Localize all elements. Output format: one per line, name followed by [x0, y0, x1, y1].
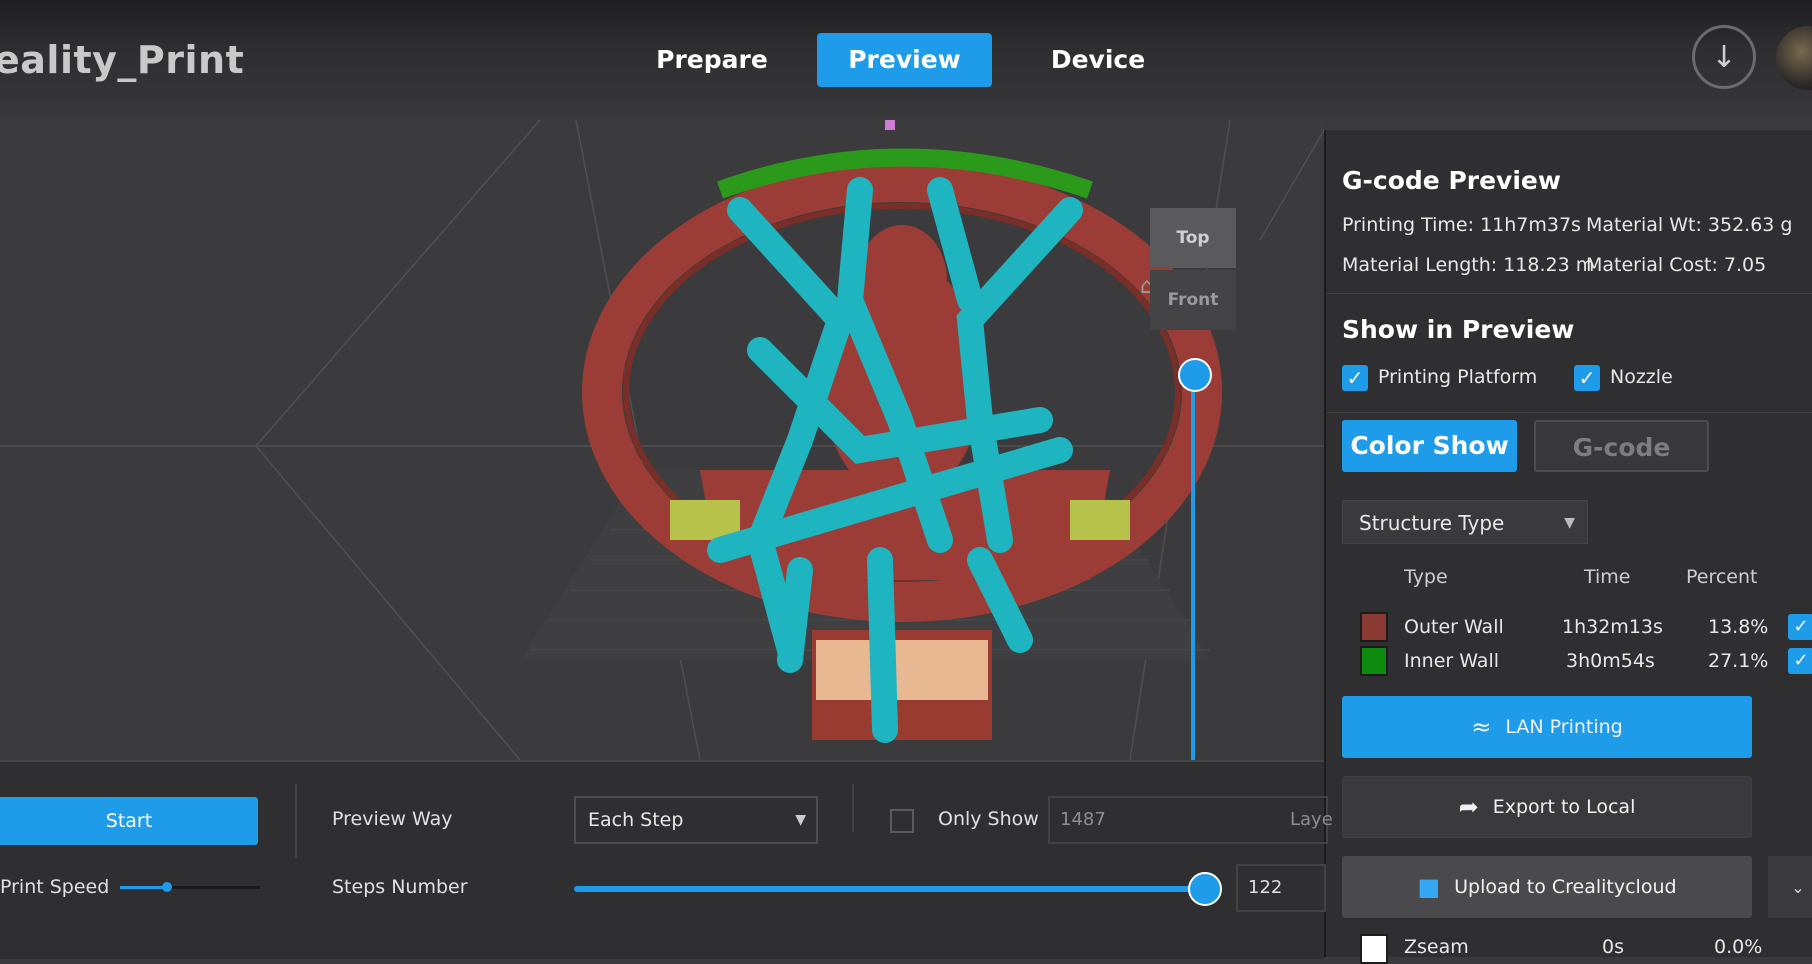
only-show-value: 1487	[1060, 809, 1106, 830]
steps-number-input[interactable]: 122	[1236, 864, 1326, 912]
show-in-preview-title: Show in Preview	[1342, 315, 1575, 344]
material-cost: Material Cost: 7.05	[1586, 254, 1767, 276]
layer-slider-track[interactable]	[1191, 372, 1195, 760]
export-local-button[interactable]: ➦ Export to Local	[1342, 776, 1752, 838]
divider	[852, 784, 854, 832]
col-percent: Percent	[1686, 566, 1758, 588]
preview-viewport[interactable]: ⌂ Top Front	[0, 120, 1324, 760]
preview-way-select[interactable]: Each Step ▼	[574, 796, 818, 844]
divider	[1326, 412, 1812, 413]
bottom-toolbar: Start Print Speed Preview Way Each Step …	[0, 760, 1333, 959]
upload-cloud-label: Upload to Crealitycloud	[1454, 876, 1677, 898]
view-top-button[interactable]: Top	[1150, 208, 1236, 268]
row-time: 3h0m54s	[1566, 650, 1655, 672]
row-time: 0s	[1602, 936, 1624, 958]
row-type: Outer Wall	[1404, 616, 1504, 638]
steps-number-label: Steps Number	[332, 876, 468, 898]
preview-way-value: Each Step	[588, 809, 684, 831]
structure-type-select[interactable]: Structure Type ▼	[1342, 500, 1588, 544]
model-render	[0, 120, 1324, 760]
panel-title: G-code Preview	[1342, 166, 1561, 195]
row-time: 1h32m13s	[1562, 616, 1663, 638]
material-length: Material Length: 118.23 m	[1342, 254, 1595, 276]
divider	[295, 784, 297, 858]
print-speed-slider-fill	[120, 886, 168, 889]
app-title: eality_Print	[0, 38, 245, 82]
lan-printing-button[interactable]: ≈ LAN Printing	[1342, 696, 1752, 758]
only-show-input[interactable]: 1487 Laye	[1048, 796, 1333, 844]
chevron-down-icon: ⌄	[1791, 877, 1805, 897]
cloud-cube-icon: ■	[1417, 873, 1441, 901]
row-percent: 13.8%	[1708, 616, 1769, 638]
start-button[interactable]: Start	[0, 797, 258, 845]
col-type: Type	[1404, 566, 1448, 588]
chevron-down-icon: ▼	[1564, 515, 1575, 531]
download-button[interactable]: ↓	[1692, 25, 1756, 89]
tab-preview[interactable]: Preview	[817, 33, 992, 87]
steps-slider-track[interactable]	[574, 886, 1204, 892]
lan-printing-label: LAN Printing	[1505, 716, 1623, 738]
print-speed-label: Print Speed	[0, 876, 110, 898]
color-show-button[interactable]: Color Show	[1342, 420, 1517, 472]
row-percent: 0.0%	[1714, 936, 1763, 958]
top-bar: eality_Print Prepare Preview Device ↓	[0, 0, 1812, 120]
inner-wall-swatch	[1360, 646, 1388, 676]
export-local-label: Export to Local	[1492, 796, 1636, 818]
row-type: Zseam	[1404, 936, 1469, 958]
view-front-button[interactable]: Front	[1150, 270, 1236, 330]
upload-cloud-button[interactable]: ■ Upload to Crealitycloud	[1342, 856, 1752, 918]
row-type: Inner Wall	[1404, 650, 1499, 672]
gcode-button[interactable]: G-code	[1534, 420, 1709, 472]
layer-hint-label: Laye	[1290, 809, 1333, 830]
inner-wall-checkbox[interactable]: ✓	[1788, 648, 1812, 674]
chevron-down-icon: ▼	[795, 812, 806, 828]
action-area: ≈ LAN Printing ➦ Export to Local ■ Uploa…	[1326, 684, 1812, 957]
zseam-swatch	[1360, 934, 1388, 964]
col-time: Time	[1584, 566, 1631, 588]
preview-way-label: Preview Way	[332, 808, 453, 830]
wifi-icon: ≈	[1471, 713, 1492, 741]
nozzle-checkbox[interactable]: ✓	[1574, 365, 1600, 391]
only-show-checkbox[interactable]	[890, 809, 914, 833]
gcode-preview-panel: G-code Preview Printing Time: 11h7m37s M…	[1324, 130, 1812, 964]
structure-type-value: Structure Type	[1359, 511, 1505, 535]
layer-slider-handle[interactable]	[1178, 358, 1212, 392]
outer-wall-swatch	[1360, 612, 1388, 642]
platform-checkbox[interactable]: ✓	[1342, 365, 1368, 391]
steps-slider-handle[interactable]	[1188, 872, 1222, 906]
share-arrow-icon: ➦	[1458, 793, 1479, 821]
platform-label: Printing Platform	[1378, 366, 1538, 388]
avatar[interactable]	[1776, 26, 1812, 90]
row-percent: 27.1%	[1708, 650, 1769, 672]
print-speed-slider-handle[interactable]	[162, 882, 172, 892]
nozzle-label: Nozzle	[1610, 366, 1673, 388]
only-show-label: Only Show	[938, 808, 1039, 830]
download-icon: ↓	[1711, 39, 1737, 75]
tab-device[interactable]: Device	[1012, 33, 1184, 87]
divider	[1326, 293, 1812, 294]
more-options-button[interactable]: ⌄	[1768, 856, 1812, 918]
outer-wall-checkbox[interactable]: ✓	[1788, 614, 1812, 640]
material-weight: Material Wt: 352.63 g	[1586, 214, 1793, 236]
printing-time: Printing Time: 11h7m37s	[1342, 214, 1581, 236]
tab-prepare[interactable]: Prepare	[626, 33, 798, 87]
steps-number-value: 122	[1248, 877, 1283, 898]
